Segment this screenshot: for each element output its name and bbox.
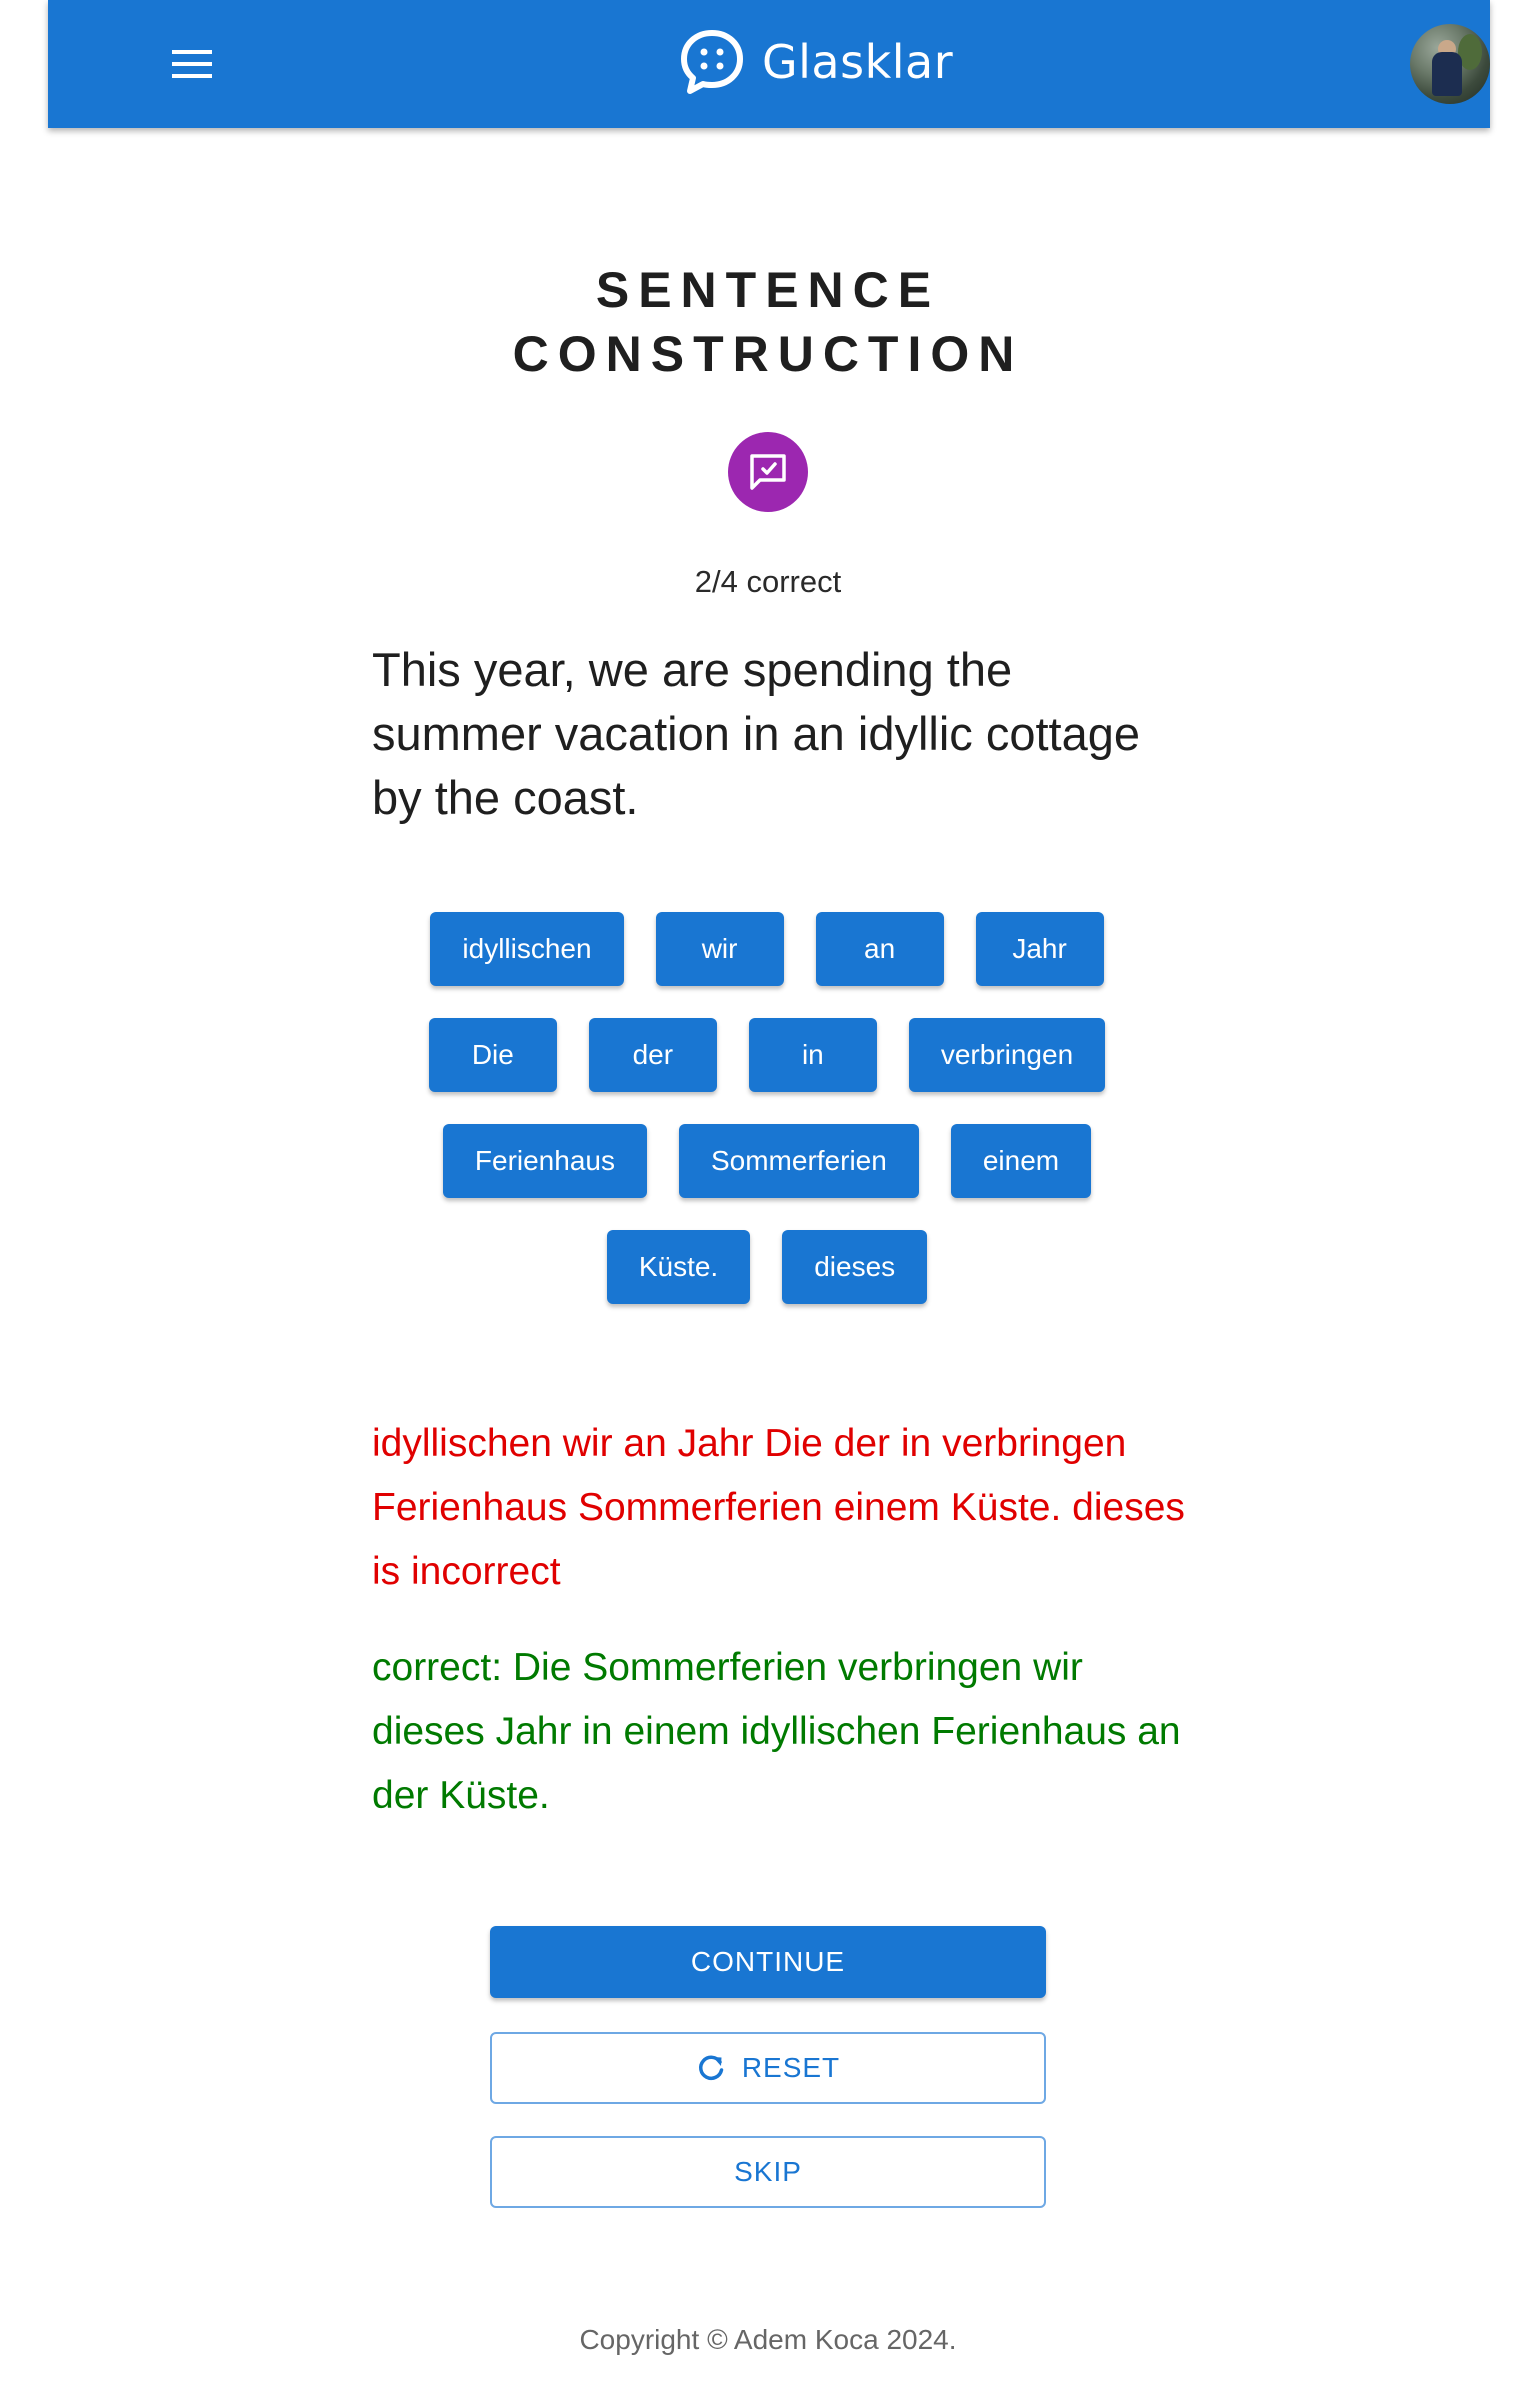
refresh-icon: [698, 2055, 724, 2080]
reset-button[interactable]: RESET: [490, 2032, 1046, 2104]
user-avatar[interactable]: [1410, 24, 1490, 104]
word-chip[interactable]: Küste.: [606, 1230, 751, 1304]
copyright-footer: Copyright © Adem Koca 2024.: [579, 2324, 957, 2355]
word-chip[interactable]: Sommerferien: [678, 1124, 919, 1198]
brand-logo[interactable]: Glasklar: [678, 28, 953, 96]
word-chip[interactable]: einem: [950, 1124, 1092, 1198]
word-chips: idyllischen wir an Jahr Die der in verbr…: [372, 912, 1162, 1336]
title-line-1: SENTENCE: [595, 262, 941, 318]
app-name: Glasklar: [762, 35, 954, 89]
app-bar: Glasklar: [48, 0, 1490, 128]
word-chip[interactable]: der: [588, 1018, 717, 1092]
chip-row: Die der in verbringen: [372, 1018, 1162, 1092]
continue-button[interactable]: CONTINUE: [490, 1926, 1046, 1998]
word-chip[interactable]: Ferienhaus: [442, 1124, 647, 1198]
word-chip[interactable]: an: [815, 912, 944, 986]
incorrect-message: idyllischen wir an Jahr Die der in verbr…: [372, 1422, 1185, 1593]
exercise-type-badge: [728, 432, 808, 512]
result-feedback: idyllischen wir an Jahr Die der in verbr…: [372, 1412, 1192, 1828]
hamburger-menu-icon: [172, 50, 212, 78]
word-chip[interactable]: in: [748, 1018, 877, 1092]
word-chip[interactable]: idyllischen: [430, 912, 624, 986]
word-chip[interactable]: dieses: [782, 1230, 928, 1304]
reset-label: RESET: [741, 2052, 841, 2083]
chat-bubble-icon: [681, 30, 743, 94]
word-chip[interactable]: Jahr: [975, 912, 1104, 986]
english-prompt: This year, we are spending the summer va…: [372, 643, 1141, 824]
menu-button[interactable]: [156, 36, 228, 92]
chat-check-icon: [750, 454, 786, 490]
word-chip[interactable]: wir: [655, 912, 784, 986]
skip-button[interactable]: SKIP: [490, 2136, 1046, 2208]
avatar-photo-person: [1432, 52, 1462, 96]
word-chip[interactable]: verbringen: [908, 1018, 1106, 1092]
title-line-2: CONSTRUCTION: [512, 326, 1024, 382]
chip-row: idyllischen wir an Jahr: [372, 912, 1162, 986]
score-text: 2/4 correct: [694, 564, 842, 599]
chip-row: Ferienhaus Sommerferien einem: [372, 1124, 1162, 1198]
page-title: SENTENCE CONSTRUCTION: [0, 258, 1536, 386]
correct-answer: correct: Die Sommerferien verbringen wir…: [372, 1646, 1181, 1817]
chip-row: Küste. dieses: [372, 1230, 1162, 1304]
word-chip[interactable]: Die: [428, 1018, 557, 1092]
